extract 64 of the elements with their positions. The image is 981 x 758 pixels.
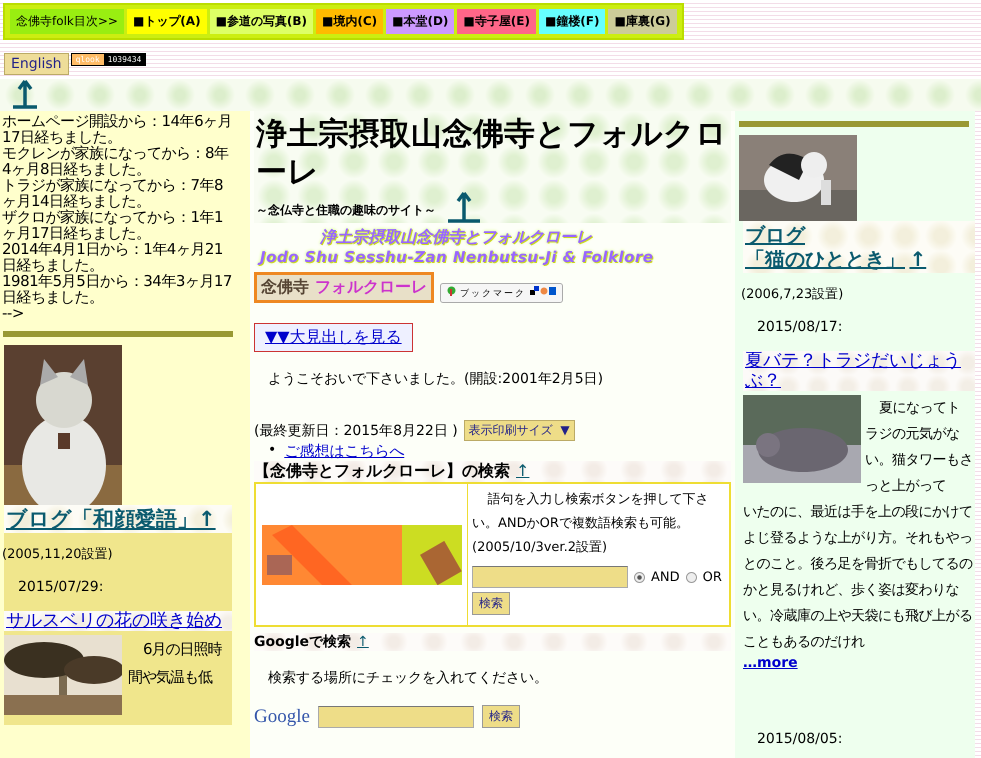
up-arrow-icon[interactable] (446, 191, 482, 223)
blog-title-link[interactable]: ブログ「和顔愛語」 (6, 507, 198, 531)
radio-button[interactable] (686, 572, 697, 582)
up-arrow-icon[interactable] (10, 79, 40, 109)
search-button[interactable]: 検索 (472, 592, 510, 615)
welcome-text: ようこそおいで下さいました。(開設:2001年2月5日) (268, 370, 604, 388)
visitor-counter: qlook 1039434 (70, 53, 146, 66)
blog-title-link[interactable]: ブログ (745, 223, 805, 247)
search-field[interactable] (318, 706, 474, 728)
bullet: • (268, 442, 276, 460)
nav-link[interactable]: ■寺子屋(E) (457, 9, 536, 34)
search-instructions: 検索する場所にチェックを入れてください。 (268, 669, 549, 687)
nav-link[interactable]: 念佛寺folk目次>> (10, 9, 124, 34)
elapsed-text: 1981年5月5日から：34年3ヶ月17日経ちました。 (2, 273, 233, 305)
google-logo: Google (254, 706, 310, 728)
post-excerpt: 6月の日照時間や気温も低 (128, 639, 223, 688)
feedback-link[interactable]: ご感想はこちらへ (284, 442, 404, 461)
nav-link[interactable]: ■鐘楼(F) (538, 9, 606, 34)
post-title-link[interactable]: サルスベリの花の咲き始め (6, 611, 230, 631)
post-date: 2015/07/29: (18, 579, 104, 595)
last-updated: (最終更新日：2015年8月22日 ) (254, 422, 458, 440)
post-title-link[interactable]: 夏バテ？トラジだいじょうぶ？ (745, 351, 973, 391)
radio-label: AND (651, 570, 680, 584)
headlines-link[interactable]: ▼▼大見出しを見る (254, 323, 413, 352)
radio-button[interactable] (634, 572, 645, 582)
section-heading: Googleで検索 (254, 634, 352, 650)
post-excerpt: いたのに、最近は手を上の段にかけてよじ登るような上がり方。それもやっとのこと。後ろ足を骨折でもしてるのかと見るけれど、歩く姿は変わりない。冷蔵庫の上や天袋にも飛び上がることもあるのだけれ (743, 503, 974, 652)
established-date: (2006,7,23設置) (741, 286, 844, 303)
bookmark-icon (447, 286, 456, 296)
nav-link[interactable]: ■庫裏(G) (608, 9, 677, 34)
elapsed-text: 2014年4月1日から：1年4ヶ月21日経ちました。 (2, 241, 224, 273)
more-link[interactable]: …more (743, 655, 798, 671)
bookmark-button[interactable]: ブックマーク (440, 283, 563, 303)
blog-title-link[interactable]: 「猫のひととき」 (745, 247, 905, 271)
elapsed-text: モクレンが家族になってから：8年4ヶ月8日経ちました。 (2, 145, 230, 177)
up-arrow-link[interactable]: ↑ (357, 634, 369, 650)
nav-link[interactable]: ■境内(C) (316, 9, 384, 34)
elapsed-text: ホームページ開設から：14年6ヶ月17日経ちました。 (2, 113, 234, 145)
site-logo[interactable]: 念佛寺 フォルクローレ (254, 272, 434, 303)
page-title: 浄土宗摂取山念佛寺とフォルクローレ (256, 115, 728, 191)
established-date: (2005,11,20設置) (2, 546, 114, 563)
share-icon (530, 286, 556, 296)
radio-label: OR (702, 570, 722, 584)
banner-title: 浄土宗摂取山念佛寺とフォルクローレ (318, 227, 593, 248)
section-heading: 【念佛寺とフォルクローレ】の検索 (254, 461, 510, 480)
banner-subtitle: Jodo Shu Sesshu-Zan Nenbutsu-Ji & Folklore (260, 248, 731, 266)
elapsed-text: ザクロが家族になってから：1年1ヶ月17日経ちました。 (2, 209, 224, 241)
post-date: 2015/08/17: (757, 319, 844, 335)
elapsed-text: --> (2, 305, 25, 321)
elapsed-text: トラジが家族になってから：7年8ヶ月14日経ちました。 (2, 177, 224, 209)
nav-link[interactable]: ■参道の写真(B) (210, 9, 314, 34)
site-subtitle: ～念仏寺と住職の趣味のサイト～ (256, 202, 436, 219)
print-size-select[interactable]: 表示印刷サイズ ▼ (464, 420, 575, 441)
search-field[interactable] (472, 566, 628, 588)
up-arrow-link[interactable]: ↑ (516, 461, 530, 480)
up-arrow-link[interactable]: ↑ (198, 507, 216, 531)
search-instructions: 語句を入力し検索ボタンを押して下さい。ANDかORで複数語検索も可能。(2005/10/3ver.2設置) (472, 491, 710, 557)
nav-link[interactable]: ■トップ(A) (126, 9, 207, 34)
english-button[interactable]: English (4, 53, 69, 75)
post-date: 2015/08/05: (757, 731, 844, 747)
up-arrow-link[interactable]: ↑ (909, 247, 926, 271)
post-excerpt: 夏になってトラジの元気がない。猫タワーもさっと上がって (865, 399, 973, 496)
search-button[interactable]: 検索 (482, 705, 520, 728)
nav-link[interactable]: ■本堂(D) (386, 9, 454, 34)
